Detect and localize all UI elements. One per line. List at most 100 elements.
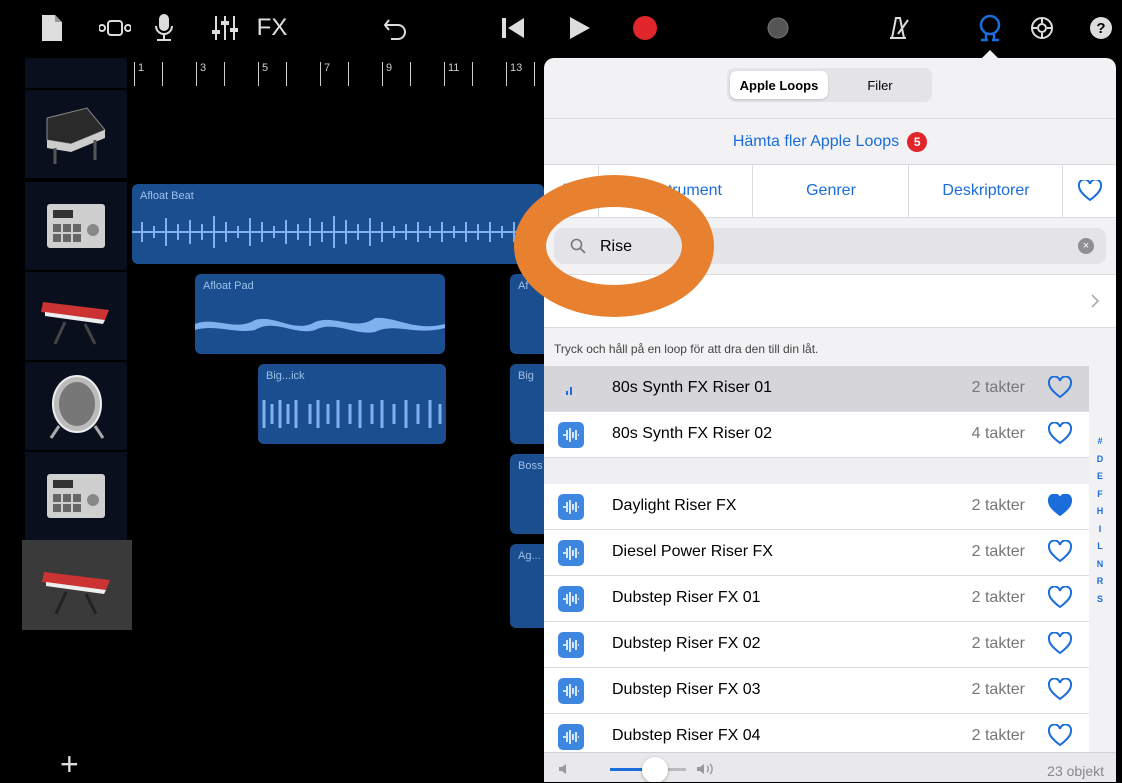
- tracks-view-icon[interactable]: [98, 10, 132, 46]
- index-letter[interactable]: H: [1092, 506, 1108, 516]
- grand-piano-icon: [46, 107, 106, 164]
- index-letter[interactable]: D: [1092, 454, 1108, 464]
- preview-footer: 23 objekt: [544, 752, 1116, 782]
- fx-label: FX: [256, 14, 288, 41]
- tab-filer[interactable]: Filer: [832, 71, 928, 99]
- more-loops-badge: 5: [907, 132, 928, 152]
- loop-row[interactable]: Daylight Riser FX 2 takter: [544, 484, 1089, 530]
- loop-row[interactable]: Dubstep Riser FX 02 2 takter: [544, 622, 1089, 668]
- loop-name: Daylight Riser FX: [612, 497, 737, 514]
- index-letter[interactable]: #: [1092, 436, 1108, 446]
- loop-row[interactable]: 80s Synth FX Riser 02 4 takter: [544, 412, 1089, 458]
- region-label: Boss: [518, 460, 543, 472]
- ruler-tick: [258, 62, 259, 86]
- region-afloat-beat[interactable]: Afloat Beat: [132, 184, 544, 264]
- region-afloat-pad[interactable]: Afloat Pad: [195, 274, 445, 354]
- mixer-icon[interactable]: [210, 10, 240, 46]
- synth-keyboard-icon: [41, 302, 109, 345]
- loop-length: 2 takter: [971, 727, 1025, 744]
- audio-loop-icon: [558, 586, 584, 612]
- ruler-tick: [320, 62, 321, 86]
- loop-length: 2 takter: [971, 497, 1025, 514]
- drag-hint: Tryck och håll på en loop för att dra de…: [554, 342, 819, 356]
- track-synth-2[interactable]: [22, 540, 132, 630]
- loop-name: Dubstep Riser FX 04: [612, 727, 761, 744]
- index-letter[interactable]: S: [1092, 594, 1108, 604]
- timeline-ruler[interactable]: 1 3 5 7 9 11 13: [130, 58, 550, 88]
- favorites-filter-heart-icon[interactable]: [1062, 165, 1116, 217]
- track-grand-piano[interactable]: [25, 90, 127, 178]
- heart-outline-icon[interactable]: [1047, 540, 1073, 564]
- more-loops-link[interactable]: Hämta fler Apple Loops 5: [544, 118, 1116, 165]
- settings-icon[interactable]: [1027, 10, 1057, 46]
- volume-high-icon: [697, 763, 713, 775]
- document-icon[interactable]: [38, 10, 66, 46]
- ruler-tick: [196, 62, 197, 86]
- audio-loop-icon: [558, 422, 584, 448]
- region-big-kick[interactable]: Big...ick: [258, 364, 446, 444]
- track-synth-1[interactable]: [25, 272, 127, 360]
- loop-name: 80s Synth FX Riser 01: [612, 379, 773, 396]
- loop-length: 4 takter: [971, 425, 1025, 442]
- item-count: 23 objekt: [1047, 763, 1104, 779]
- clear-search-icon[interactable]: ×: [1078, 238, 1094, 254]
- audio-loop-icon: [558, 632, 584, 658]
- tab-apple-loops[interactable]: Apple Loops: [730, 71, 828, 99]
- loop-length: 2 takter: [971, 589, 1025, 606]
- index-letter[interactable]: F: [1092, 489, 1108, 499]
- loop-browser-icon[interactable]: [975, 10, 1005, 46]
- index-letter[interactable]: N: [1092, 559, 1108, 569]
- index-letter[interactable]: R: [1092, 576, 1108, 586]
- loop-row[interactable]: Dubstep Riser FX 03 2 takter: [544, 668, 1089, 714]
- loop-row[interactable]: Diesel Power Riser FX 2 takter: [544, 530, 1089, 576]
- ruler-tick: [410, 62, 411, 86]
- loop-name: 80s Synth FX Riser 02: [612, 425, 773, 442]
- index-letter[interactable]: E: [1092, 471, 1108, 481]
- track-drum-machine-2[interactable]: [25, 452, 127, 540]
- ruler-bar-number: 9: [386, 62, 393, 74]
- heart-filled-icon[interactable]: [1047, 494, 1073, 518]
- microphone-icon[interactable]: [150, 10, 178, 46]
- loop-name: Diesel Power Riser FX: [612, 543, 773, 560]
- heart-outline-icon[interactable]: [1047, 422, 1073, 446]
- heart-outline-icon[interactable]: [1047, 724, 1073, 748]
- index-letter[interactable]: I: [1092, 524, 1108, 534]
- region-label: Big...ick: [266, 370, 305, 382]
- loop-row[interactable]: 80s Synth FX Riser 01 2 takter: [544, 366, 1089, 412]
- heart-outline-icon[interactable]: [1047, 376, 1073, 400]
- heart-outline-icon[interactable]: [1047, 632, 1073, 656]
- record-icon[interactable]: [630, 10, 660, 46]
- ruler-bar-number: 1: [138, 62, 145, 74]
- loop-length: 2 takter: [971, 635, 1025, 652]
- region-label: Ag...: [518, 550, 541, 562]
- loop-name: Dubstep Riser FX 01: [612, 589, 761, 606]
- ruler-tick: [472, 62, 473, 86]
- audio-loop-icon: [558, 724, 584, 750]
- waveform: [262, 400, 442, 428]
- index-letter[interactable]: L: [1092, 541, 1108, 551]
- audio-loop-icon: [558, 678, 584, 704]
- metronome-toggle-icon[interactable]: [763, 10, 793, 46]
- filter-descriptors[interactable]: Deskriptorer: [908, 165, 1063, 217]
- track-bass-drum[interactable]: [25, 362, 127, 450]
- ruler-tick: [134, 62, 135, 86]
- bass-drum-icon: [49, 375, 105, 439]
- region-label: Big: [518, 370, 534, 382]
- heart-outline-icon[interactable]: [1047, 586, 1073, 610]
- rewind-icon[interactable]: [498, 10, 528, 46]
- fx-button[interactable]: FX: [250, 10, 294, 46]
- ruler-tick: [286, 62, 287, 86]
- play-icon[interactable]: [565, 10, 595, 46]
- volume-slider-thumb[interactable]: [642, 757, 668, 782]
- heart-outline-icon[interactable]: [1047, 678, 1073, 702]
- undo-icon[interactable]: [380, 10, 410, 46]
- source-segmented-control: Apple Loops Filer: [727, 68, 932, 102]
- help-icon[interactable]: ?: [1086, 10, 1116, 46]
- add-track-button[interactable]: +: [60, 746, 79, 783]
- ruler-bar-number: 5: [262, 62, 269, 74]
- filter-genre[interactable]: Genrer: [752, 165, 909, 217]
- ruler-bar-number: 13: [510, 62, 523, 74]
- track-drum-machine-1[interactable]: [25, 182, 127, 270]
- metronome-icon[interactable]: [883, 10, 913, 46]
- loop-row[interactable]: Dubstep Riser FX 01 2 takter: [544, 576, 1089, 622]
